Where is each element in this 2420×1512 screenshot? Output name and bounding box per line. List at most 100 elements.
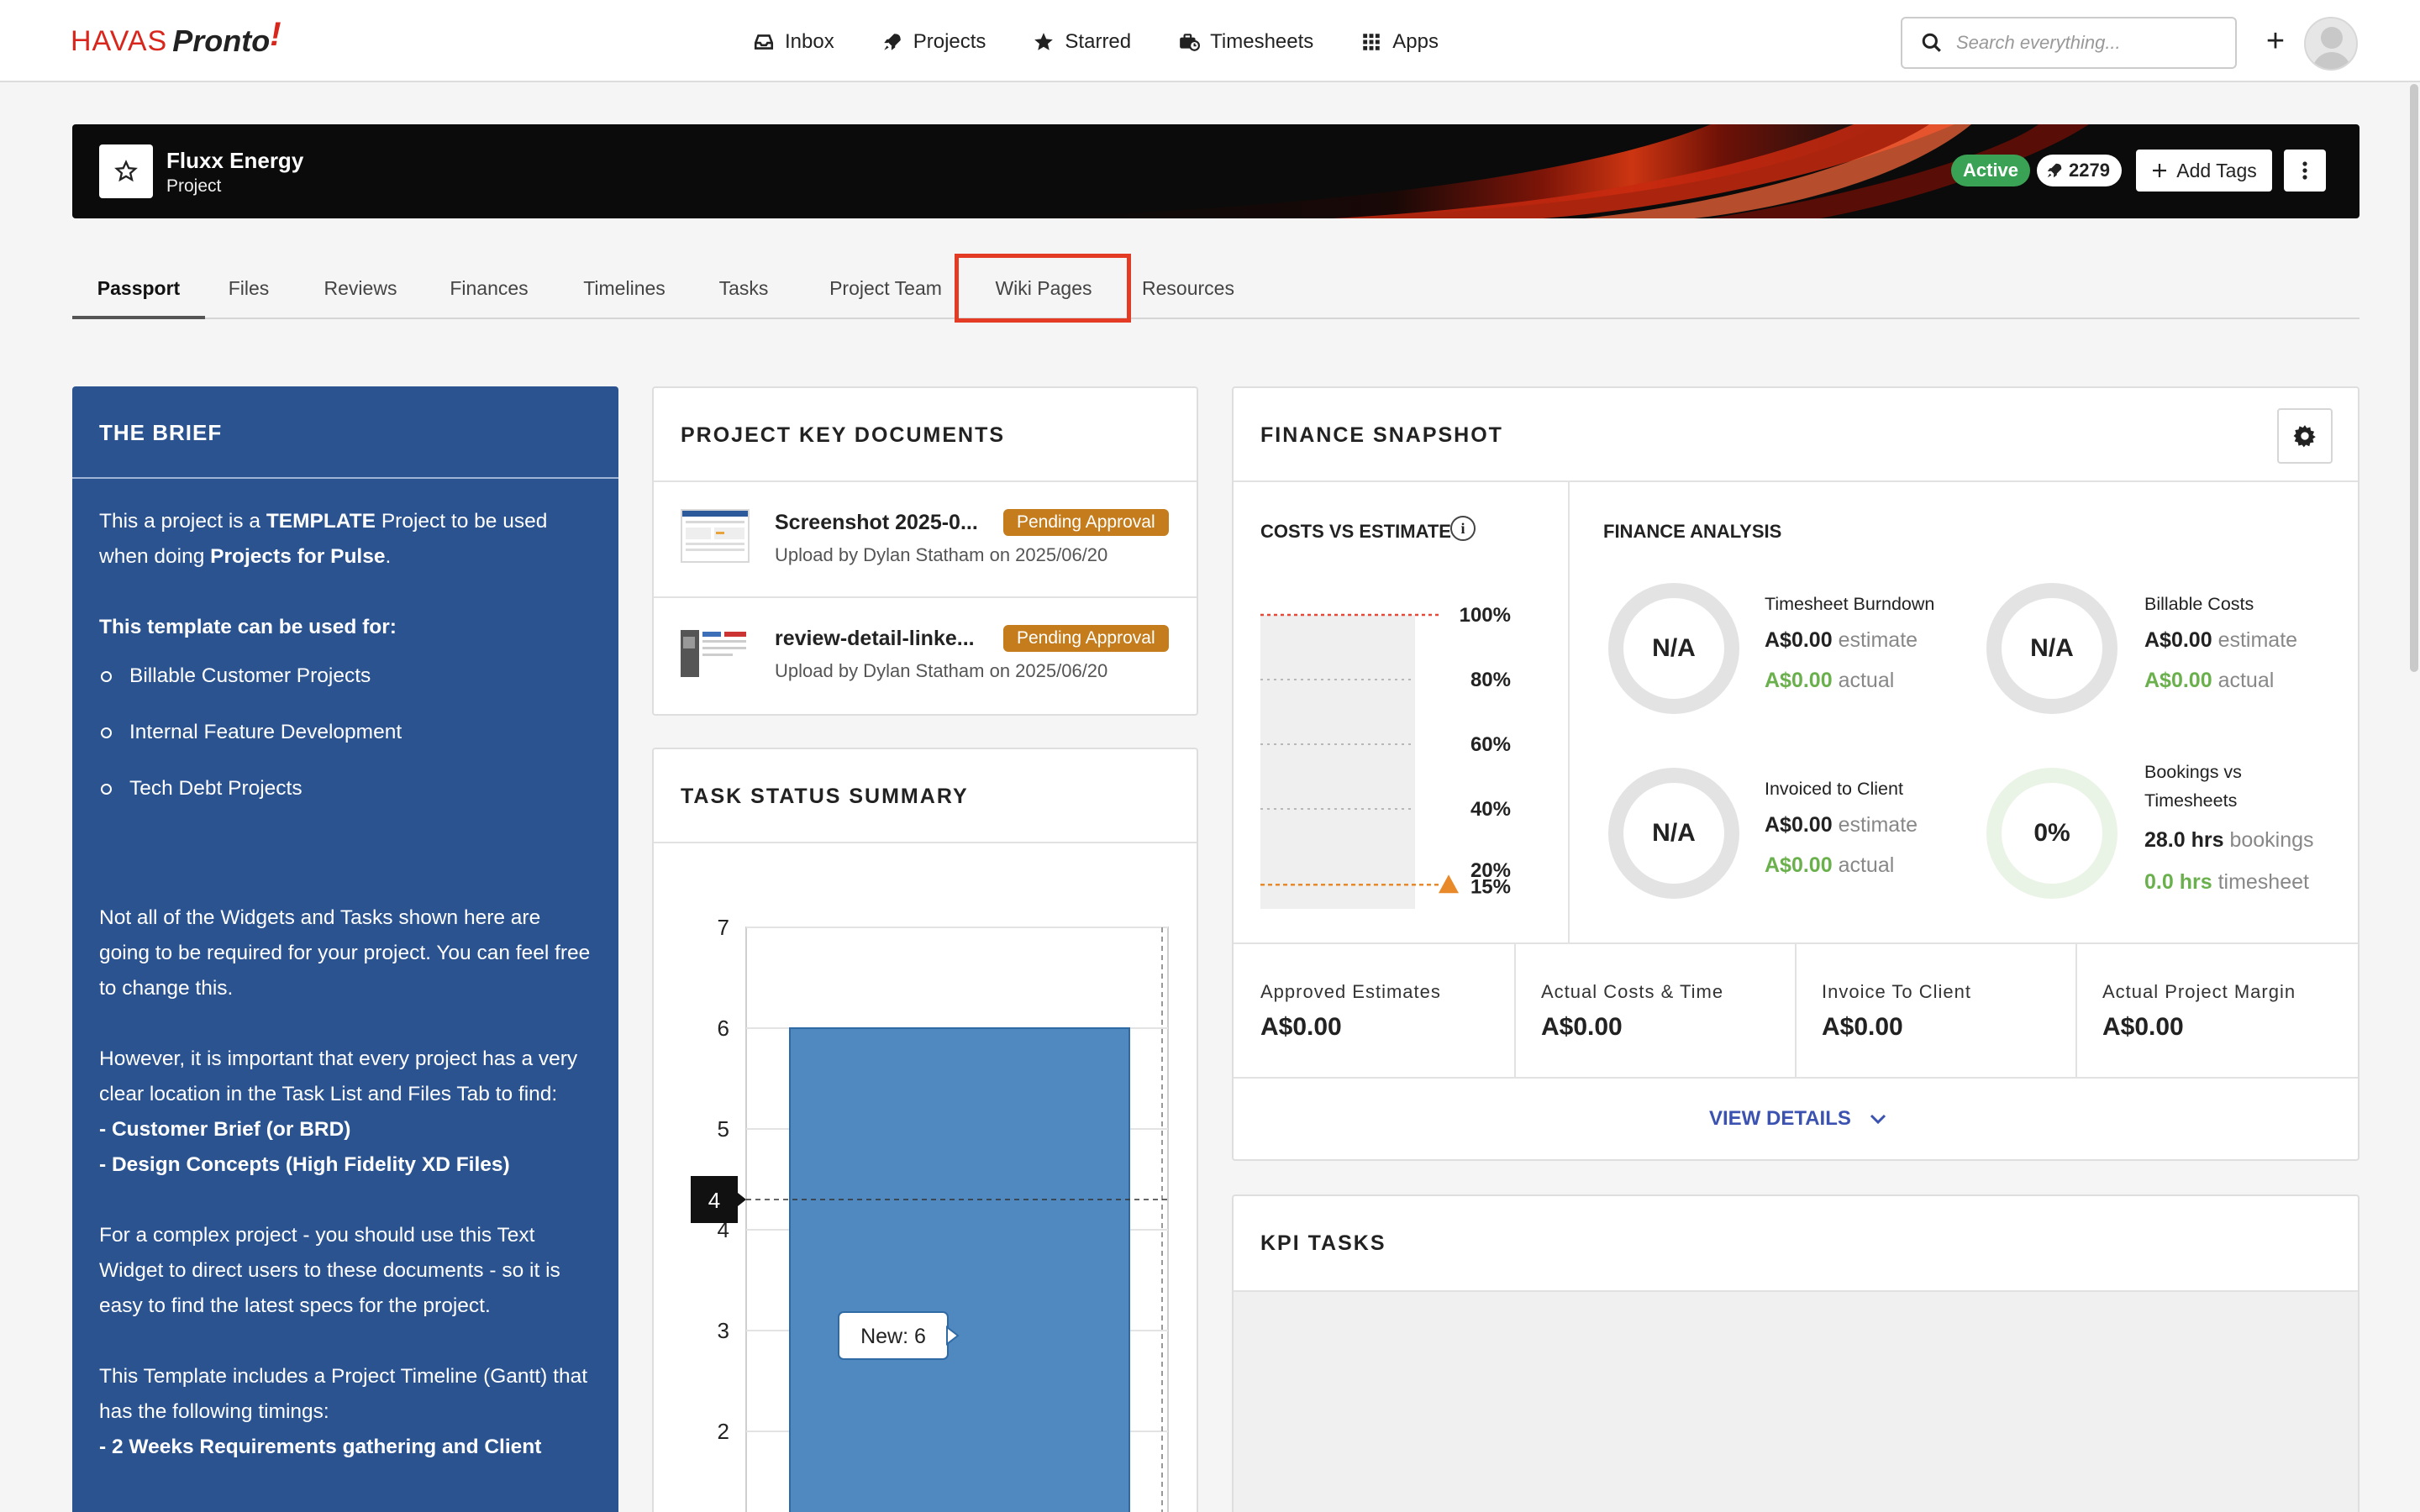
costs-vs-estimate-title: COSTS VS ESTIMATE xyxy=(1260,521,1451,542)
metric-estimate: A$0.00 estimate xyxy=(1765,628,1918,653)
summary-value: A$0.00 xyxy=(1260,1013,1342,1041)
y-tick-label: 5 xyxy=(718,1116,729,1142)
pending-approval-badge: Pending Approval xyxy=(1003,625,1169,652)
more-options-button[interactable] xyxy=(2284,150,2326,192)
brief-uses-list: Billable Customer Projects Internal Feat… xyxy=(99,659,592,806)
kpi-tasks-body xyxy=(1234,1290,2358,1512)
nav-timesheets[interactable]: Timesheets xyxy=(1178,30,1313,54)
divider xyxy=(1234,480,2358,482)
favourite-star-button[interactable] xyxy=(99,144,153,198)
tab-files[interactable]: Files xyxy=(224,257,274,319)
logo-havas-text: HAVAS xyxy=(71,24,168,57)
apps-grid-icon xyxy=(1363,34,1381,50)
search-input[interactable] xyxy=(1956,32,2208,54)
document-thumbnail xyxy=(681,509,750,563)
nav-timesheets-label: Timesheets xyxy=(1210,30,1314,53)
logo-bang-text: ! xyxy=(270,15,281,53)
main-nav: Inbox Projects Starred Timesheets Apps xyxy=(753,22,1439,62)
metric-estimate-value: A$0.00 xyxy=(1765,628,1833,652)
gauge-tick-label: 100% xyxy=(1460,604,1511,627)
tab-project-team[interactable]: Project Team xyxy=(820,257,951,319)
y-tick-label: 2 xyxy=(718,1419,729,1444)
metric-actual-value: A$0.00 xyxy=(1765,669,1833,692)
tab-reviews[interactable]: Reviews xyxy=(321,257,400,319)
document-row[interactable]: review-detail-linke... Pending Approval … xyxy=(654,598,1197,712)
metric-actual-word: actual xyxy=(1838,669,1895,692)
metric-actual: 0.0 hrs timesheet xyxy=(2144,870,2309,895)
nav-apps-label: Apps xyxy=(1392,30,1439,53)
key-documents-panel: PROJECT KEY DOCUMENTS Screenshot 2025-0.… xyxy=(652,386,1198,716)
task-status-chart: 76543214New: 6 xyxy=(691,915,1169,1512)
avatar[interactable] xyxy=(2304,17,2358,71)
y-tick-label: 3 xyxy=(718,1318,729,1343)
status-badge[interactable]: Active xyxy=(1951,155,2031,186)
document-row[interactable]: Screenshot 2025-0... Pending Approval Up… xyxy=(654,482,1197,596)
nav-inbox-label: Inbox xyxy=(785,30,834,53)
metric-actual: A$0.00 actual xyxy=(1765,853,1894,878)
add-tags-button[interactable]: Add Tags xyxy=(2136,150,2272,192)
metric-actual: A$0.00 actual xyxy=(1765,669,1894,693)
gauge-tick-label: 60% xyxy=(1470,733,1511,756)
pending-approval-badge: Pending Approval xyxy=(1003,509,1169,536)
brief-body: This a project is a TEMPLATE Project to … xyxy=(72,479,618,1465)
brief-find-2: - Design Concepts (High Fidelity XD File… xyxy=(99,1153,510,1176)
top-bar: HAVAS Pronto ! Inbox Projects Starred Ti… xyxy=(0,0,2420,82)
vertical-dots-icon xyxy=(2302,161,2307,180)
tab-timelines[interactable]: Timelines xyxy=(580,257,669,319)
metric-actual-word: actual xyxy=(1838,853,1895,877)
document-upload-info: Upload by Dylan Statham on 2025/06/20 xyxy=(775,660,1108,681)
rocket-icon xyxy=(2047,163,2062,178)
finance-settings-button[interactable] xyxy=(2277,408,2333,464)
search-box[interactable] xyxy=(1901,17,2237,69)
rocket-icon xyxy=(883,34,901,50)
create-plus-button[interactable]: + xyxy=(2259,25,2292,59)
finance-snapshot-panel: FINANCE SNAPSHOT COSTS VS ESTIMATE i 100… xyxy=(1232,386,2360,1161)
metric-name: Bookings vs Timesheets xyxy=(2144,762,2242,811)
brief-used-for-text: This template can be used for: xyxy=(99,616,397,638)
crosshair-label-text: 4 xyxy=(708,1188,720,1213)
tab-passport[interactable]: Passport xyxy=(72,257,205,319)
nav-projects-label: Projects xyxy=(913,30,986,53)
page-scrollbar[interactable] xyxy=(2410,84,2418,672)
nav-inbox[interactable]: Inbox xyxy=(753,30,834,54)
list-item: Internal Feature Development xyxy=(99,715,592,750)
view-details-label: VIEW DETAILS xyxy=(1709,1107,1851,1130)
nav-projects[interactable]: Projects xyxy=(881,30,986,54)
tooltip-text: New: 6 xyxy=(860,1325,926,1348)
review-thumbnail-art xyxy=(681,628,750,677)
summary-label: Approved Estimates xyxy=(1260,981,1441,1002)
gear-icon xyxy=(2293,425,2316,448)
brief-intro-text: This a project is a xyxy=(99,510,266,533)
metric-estimate: A$0.00 estimate xyxy=(2144,628,2297,653)
chevron-down-icon xyxy=(1870,1114,1886,1125)
tab-finances[interactable]: Finances xyxy=(447,257,531,319)
summary-value: A$0.00 xyxy=(2102,1013,2184,1041)
metric-actual-value: A$0.00 xyxy=(2144,669,2212,692)
havas-pronto-logo[interactable]: HAVAS Pronto ! xyxy=(71,16,281,62)
y-tick-label: 7 xyxy=(718,915,729,940)
bookings-vs-timesheets-ring: 0% xyxy=(1986,768,2118,899)
project-type: Project xyxy=(166,176,222,196)
project-id-badge[interactable]: 2279 xyxy=(2037,155,2122,186)
tab-resources[interactable]: Resources xyxy=(1139,257,1237,319)
info-icon[interactable]: i xyxy=(1450,516,1476,541)
metric-estimate-value: A$0.00 xyxy=(2144,628,2212,652)
finance-snapshot-title: FINANCE SNAPSHOT xyxy=(1260,423,1503,447)
metric-estimate-word: estimate xyxy=(1838,813,1918,837)
metric-name: Billable Costs xyxy=(2144,594,2254,614)
star-outline-icon xyxy=(114,160,138,182)
project-tabs: Passport Files Reviews Finances Timeline… xyxy=(72,257,2360,319)
task-status-title: TASK STATUS SUMMARY xyxy=(681,785,969,808)
inbox-icon xyxy=(754,34,774,50)
nav-apps[interactable]: Apps xyxy=(1360,30,1439,54)
divider xyxy=(1514,944,1516,1077)
metric-name: Timesheet Burndown xyxy=(1765,594,1935,614)
view-details-link[interactable]: VIEW DETAILS xyxy=(1709,1107,1886,1131)
nav-starred[interactable]: Starred xyxy=(1033,30,1131,54)
add-tags-label: Add Tags xyxy=(2176,159,2257,181)
tab-wiki-pages[interactable]: Wiki Pages xyxy=(990,257,1097,319)
key-documents-title: PROJECT KEY DOCUMENTS xyxy=(681,423,1006,447)
brief-para-timeline: This Template includes a Project Timelin… xyxy=(99,1359,592,1465)
metric-actual: A$0.00 actual xyxy=(2144,669,2274,693)
tab-tasks[interactable]: Tasks xyxy=(718,257,770,319)
